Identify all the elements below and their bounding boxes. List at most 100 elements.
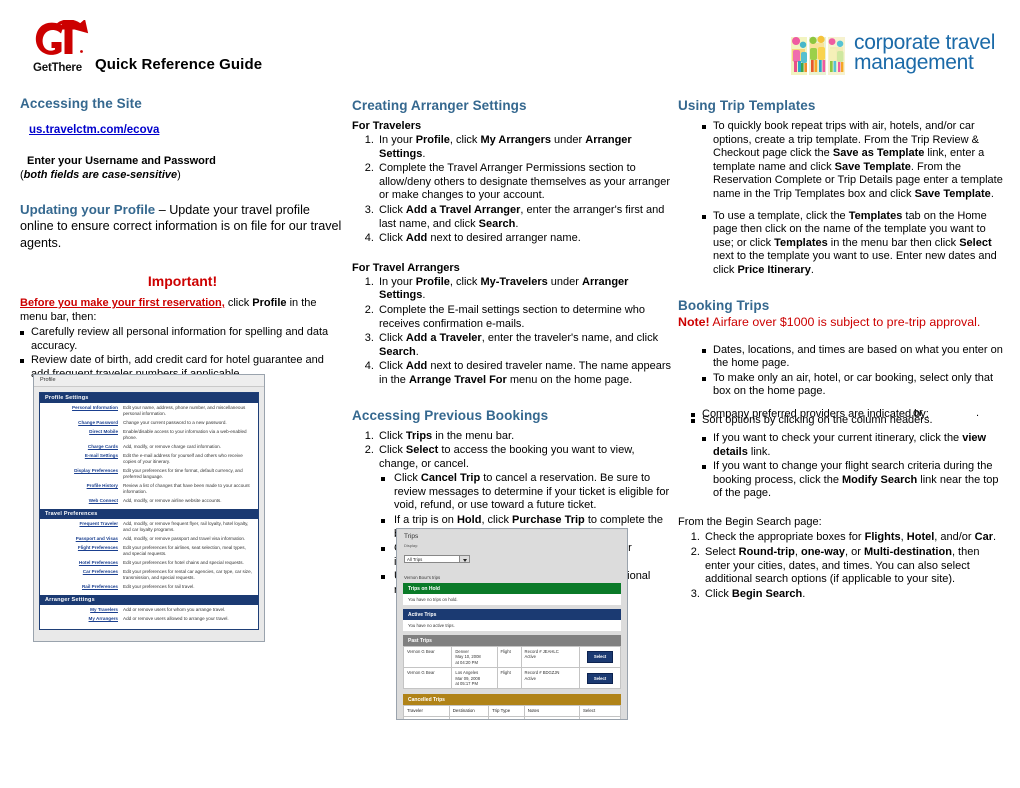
cell-trip-type: Flight <box>496 667 522 690</box>
profile-desc: Edit your preferences for airlines, seat… <box>123 544 246 556</box>
list-item: Click Add next to desired traveler name.… <box>377 360 674 387</box>
table-header-row: Traveler Destination Trip Type Notes Sel… <box>403 705 621 717</box>
cell-notes: Record # CSNFOJ Cancelled <box>523 715 581 719</box>
list-item[interactable]: Change Password Change your current passw… <box>40 418 258 427</box>
list-item: Click Trips in the menu bar. <box>377 430 674 444</box>
list-item[interactable]: My Travelers Add or remove users for whom… <box>40 605 258 614</box>
list-item[interactable]: Web Connect Add, modify, or remove airlin… <box>40 496 258 505</box>
trips-display-select[interactable]: All Trips <box>404 555 470 563</box>
list-item[interactable]: Personal Information Edit your name, addr… <box>40 403 258 418</box>
label-for-travelers: For Travelers <box>352 120 422 132</box>
profile-desc: Change your current password to a new pa… <box>123 419 227 425</box>
list-item[interactable]: E-mail Settings Edit the e-mail address f… <box>40 451 258 466</box>
profile-settings-band: Profile Settings <box>40 393 258 403</box>
profile-link[interactable]: Hotel Preferences <box>44 560 123 566</box>
profile-desc: Add or remove users allowed to arrange y… <box>123 615 229 621</box>
profile-link[interactable]: Charge Cards <box>44 444 123 450</box>
list-item: Complete the E-mail settings section to … <box>377 304 674 331</box>
list-item[interactable]: Passport and Visas Add, modify, or remove… <box>40 534 258 543</box>
table-row: Vernon G Bear Denver May 10, 2008 at 04:… <box>402 645 621 669</box>
arranger-settings-rows: My Travelers Add or remove users for whom… <box>40 605 258 623</box>
col-destination[interactable]: Destination <box>448 705 490 717</box>
list-item[interactable]: Profile History Review a list of changes … <box>40 481 258 496</box>
list-item: Click Add next to desired arranger name. <box>377 232 674 246</box>
chevron-down-icon <box>462 559 467 562</box>
arranger-settings-band: Arranger Settings <box>40 595 258 605</box>
list-item[interactable]: Hotel Preferences Edit your preferences f… <box>40 558 258 567</box>
list-item: Click Cancel Trip to cancel a reservatio… <box>381 472 674 513</box>
profile-link[interactable]: My Arrangers <box>44 616 123 622</box>
cell-select: Select <box>579 667 621 690</box>
cell-trip-type: Flight <box>496 645 522 669</box>
select-button[interactable]: Select <box>586 651 614 663</box>
ctm-wordmark: corporate travel management <box>854 32 995 73</box>
trips-owner-label: Vernon Bour's trips <box>397 571 627 583</box>
cell-destination: Phoenix Jul 19, 2008 at 03:00 PM <box>448 715 490 719</box>
booking-bullets-second: If you want to check your current itiner… <box>678 432 1006 501</box>
preferred-providers-overlap-block: Company preferred providers are indicate… <box>691 407 1006 426</box>
list-item: Select Round-trip, one-way, or Multi-des… <box>703 546 1006 587</box>
profile-link[interactable]: Passport and Visas <box>44 536 123 542</box>
col-select: Select <box>579 705 621 717</box>
list-item: If you want to change your flight search… <box>702 460 1006 501</box>
heading-updating-your-profile: Updating your Profile <box>20 202 156 218</box>
before-reservation-instruction: Before you make your first reservation, … <box>20 297 317 323</box>
list-item[interactable]: Car Preferences Edit your preferences for… <box>40 567 258 582</box>
profile-link[interactable]: Personal Information <box>44 405 123 417</box>
list-item: In your Profile, click My Arrangers unde… <box>377 134 674 161</box>
profile-link[interactable]: Profile History <box>44 483 123 495</box>
profile-link[interactable]: My Travelers <box>44 607 123 613</box>
site-url-link[interactable]: us.travelctm.com/ecova <box>29 124 159 136</box>
list-item[interactable]: Rail Preferences Edit your preferences fo… <box>40 582 258 591</box>
list-item[interactable]: Flight Preferences Edit your preferences … <box>40 543 258 558</box>
col-notes[interactable]: Notes <box>523 705 581 717</box>
corporate-travel-management-logo: corporate travel management <box>790 32 1002 81</box>
getthere-arrow-g-icon <box>33 20 91 62</box>
page-header: GetThere Quick Reference Guide corporate… <box>0 0 1020 92</box>
list-item: In your Profile, click My-Travelers unde… <box>377 276 674 303</box>
col-traveler[interactable]: Traveler <box>403 705 450 717</box>
left-column: Accessing the Site us.travelctm.com/ecov… <box>20 96 345 383</box>
col-trip-type[interactable]: Trip Type <box>488 705 525 717</box>
profile-link[interactable]: Display Preferences <box>44 468 123 480</box>
booking-trips-note: Note! Airfare over $1000 is subject to p… <box>678 315 1006 330</box>
list-item[interactable]: Display Preferences Edit your preferences… <box>40 466 258 481</box>
list-item: Check the appropriate boxes for Flights,… <box>703 531 1006 545</box>
list-item[interactable]: Charge Cards Add, modify, or remove charg… <box>40 442 258 451</box>
list-item: Click Add a Traveler, enter the traveler… <box>377 332 674 359</box>
square-bullet-icon <box>691 418 695 423</box>
profile-link[interactable]: Rail Preferences <box>44 584 123 590</box>
profile-link[interactable]: Change Password <box>44 420 123 426</box>
list-item: To use a template, click the Templates t… <box>702 210 1006 278</box>
cell-notes: Record # BDGZJN Active <box>520 667 581 690</box>
cell-select: Select <box>579 645 621 669</box>
profile-link[interactable]: Frequent Traveler <box>44 521 123 533</box>
right-column: Using Trip Templates To quickly book rep… <box>678 96 1006 602</box>
list-item[interactable]: Frequent Traveler Add, modify, or remove … <box>40 519 258 534</box>
list-item[interactable]: My Arrangers Add or remove users allowed … <box>40 614 258 623</box>
trips-on-hold-band: Trips on Hold <box>403 583 621 594</box>
profile-desc: Add, modify, or remove frequent flyer, r… <box>123 520 249 532</box>
heading-booking-trips: Booking Trips <box>678 297 770 313</box>
profile-link[interactable]: Direct Mobile <box>44 429 123 441</box>
profile-link[interactable]: Flight Preferences <box>44 545 123 557</box>
list-item: To make only an air, hotel, or car booki… <box>702 372 1006 399</box>
profile-link[interactable]: Car Preferences <box>44 569 123 581</box>
select-button[interactable]: Select <box>586 672 614 685</box>
profile-desc: Edit your preferences for hotel chains a… <box>123 559 244 565</box>
credentials-instruction: Enter your Username and Password <box>27 155 216 167</box>
case-sensitive-note: (both fields are case-sensitive) <box>20 168 181 181</box>
cell-traveler: Vernon G Bear <box>402 645 453 669</box>
profile-screenshot-frame: Profile Settings Personal Information Edi… <box>39 392 259 630</box>
profile-link[interactable]: E-mail Settings <box>44 453 123 465</box>
profile-link[interactable]: Web Connect <box>44 498 123 504</box>
trips-on-hold-empty: You have no trips on hold. <box>403 594 621 605</box>
begin-search-steps: Check the appropriate boxes for Flights,… <box>678 531 1006 601</box>
updating-profile-paragraph: Updating your Profile – Update your trav… <box>20 202 345 251</box>
list-item[interactable]: Direct Mobile Enable/disable access to yo… <box>40 427 258 442</box>
trips-screenshot-title: Trips <box>404 533 419 540</box>
list-item: Complete the Travel Arranger Permissions… <box>377 162 674 203</box>
heading-creating-arranger-settings: Creating Arranger Settings <box>352 98 527 113</box>
profile-desc: Edit the e-mail address for yourself and… <box>123 452 243 464</box>
profile-desc: Add or remove users for whom you arrange… <box>123 606 226 612</box>
